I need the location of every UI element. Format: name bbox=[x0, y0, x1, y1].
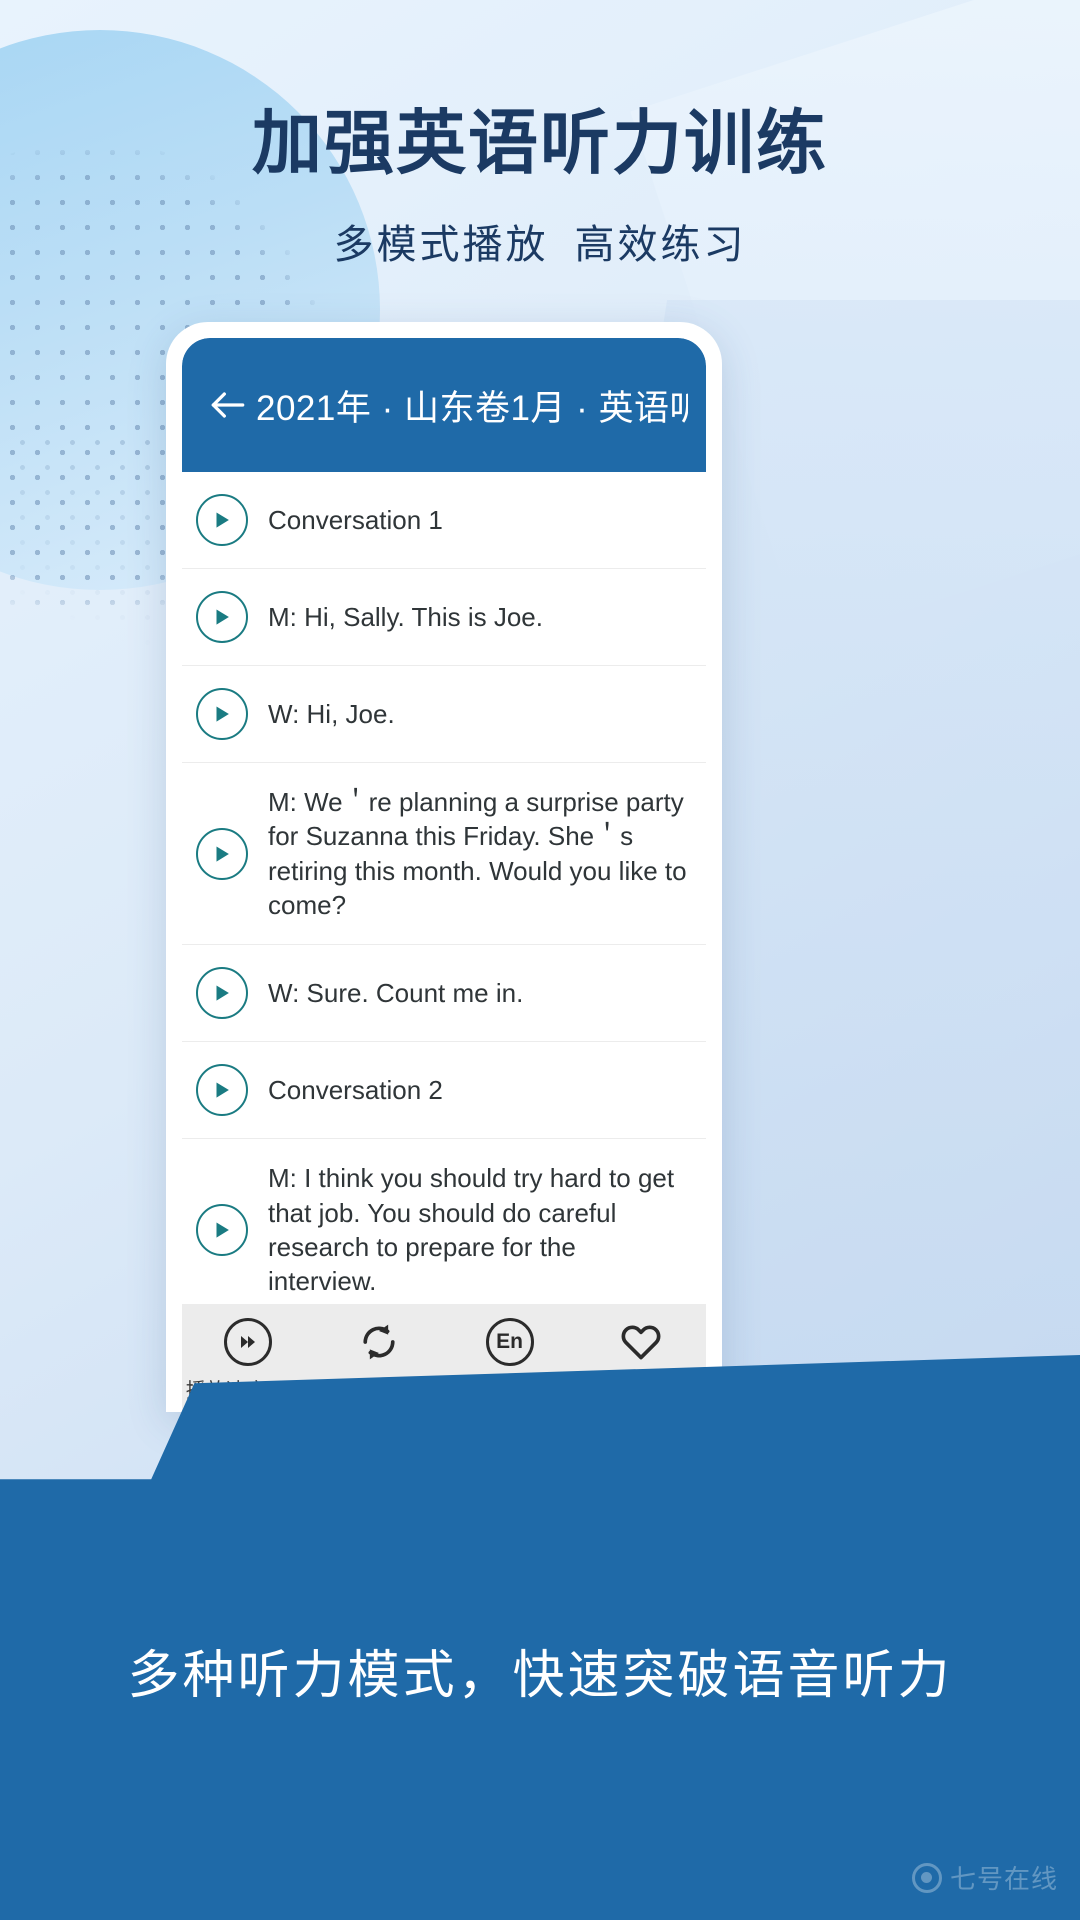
headline-block: 加强英语听力训练 多模式播放 高效练习 bbox=[0, 108, 1080, 270]
play-icon[interactable] bbox=[196, 688, 248, 740]
list-item[interactable]: M: I think you should try hard to get th… bbox=[182, 1139, 706, 1304]
app-header: 2021年 · 山东卷1月 · 英语听… bbox=[182, 338, 706, 472]
page-subtitle: 多模式播放 高效练习 bbox=[0, 212, 1080, 270]
phone-mockup: 2021年 · 山东卷1月 · 英语听… Conversation 1 M: H… bbox=[166, 322, 722, 1412]
app-screen: 2021年 · 山东卷1月 · 英语听… Conversation 1 M: H… bbox=[182, 338, 706, 1412]
back-arrow-icon bbox=[206, 383, 250, 427]
transcript-list[interactable]: Conversation 1 M: Hi, Sally. This is Joe… bbox=[182, 472, 706, 1304]
playback-speed-icon bbox=[223, 1318, 272, 1366]
heart-favorite-icon bbox=[617, 1318, 665, 1366]
subtitle-part-two: 高效练习 bbox=[574, 223, 747, 267]
watermark-label: 七号在线 bbox=[949, 1864, 1058, 1894]
list-item[interactable]: W: Sure. Count me in. bbox=[182, 945, 706, 1043]
list-item-label: Conversation 1 bbox=[268, 504, 443, 535]
back-button[interactable] bbox=[200, 377, 256, 433]
play-icon[interactable] bbox=[196, 1064, 248, 1117]
english-en-icon: En bbox=[485, 1318, 534, 1366]
play-icon[interactable] bbox=[196, 1203, 248, 1256]
list-item-label: M: I think you should try hard to get th… bbox=[268, 1163, 675, 1297]
play-icon[interactable] bbox=[196, 827, 248, 880]
loop-repeat-icon bbox=[355, 1318, 403, 1366]
watermark: 七号在线 bbox=[911, 1859, 1058, 1896]
play-icon[interactable] bbox=[196, 494, 248, 546]
app-header-title: 2021年 · 山东卷1月 · 英语听… bbox=[256, 388, 688, 428]
play-icon[interactable] bbox=[196, 967, 248, 1020]
list-item[interactable]: Conversation 2 bbox=[182, 1042, 706, 1140]
bottom-banner-tagline: 多种听力模式，快速突破语音听力 bbox=[127, 1646, 953, 1705]
list-item[interactable]: W: Hi, Joe. bbox=[182, 666, 706, 763]
page-title: 加强英语听力训练 bbox=[252, 104, 828, 182]
list-item-label: Conversation 2 bbox=[268, 1075, 443, 1106]
list-item[interactable]: M: Hi, Sally. This is Joe. bbox=[182, 569, 706, 666]
list-item-label: M: We＇re planning a surprise party for S… bbox=[268, 787, 687, 920]
list-item-label: W: Sure. Count me in. bbox=[268, 978, 524, 1009]
list-item-label: M: Hi, Sally. This is Joe. bbox=[268, 601, 543, 632]
promo-poster: 加强英语听力训练 多模式播放高效练习 2021年 · 山东卷1月 · 英语听… bbox=[0, 0, 1080, 1920]
play-icon[interactable] bbox=[196, 591, 248, 643]
list-item[interactable]: M: We＇re planning a surprise party for S… bbox=[182, 763, 706, 946]
list-item-label: W: Hi, Joe. bbox=[268, 698, 395, 729]
list-item[interactable]: Conversation 1 bbox=[182, 472, 706, 569]
subtitle-part-one: 多模式播放 bbox=[333, 223, 549, 267]
circle-logo-icon bbox=[911, 1862, 942, 1893]
